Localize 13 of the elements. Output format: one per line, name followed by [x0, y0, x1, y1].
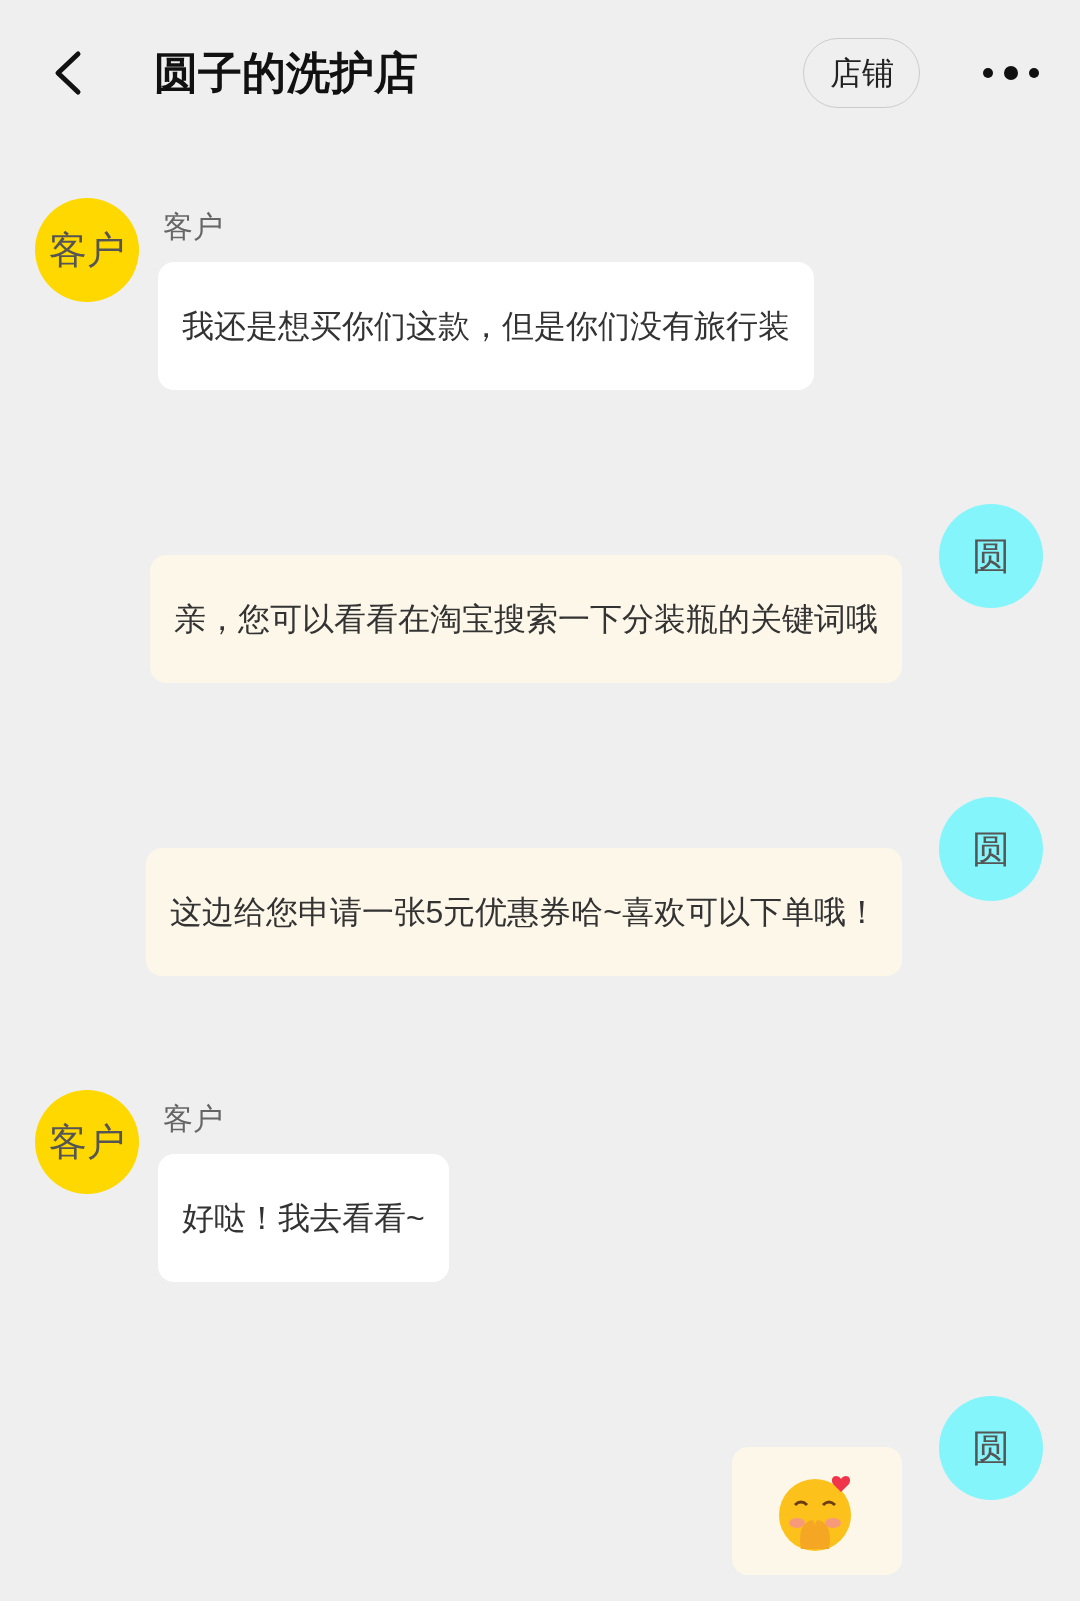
avatar[interactable]: 圆	[939, 1396, 1043, 1500]
message-bubble: 亲，您可以看看在淘宝搜索一下分装瓶的关键词哦	[150, 555, 902, 683]
message-bubble: 这边给您申请一张5元优惠券哈~喜欢可以下单哦！	[145, 848, 902, 976]
more-icon[interactable]	[982, 64, 1040, 81]
message-bubble: 好哒！我去看看~	[158, 1154, 449, 1282]
avatar[interactable]: 客户	[35, 1090, 139, 1194]
sender-name: 客户	[163, 209, 224, 245]
message-bubble: 我还是想买你们这款，但是你们没有旅行装	[158, 262, 814, 390]
window-title: 圆子的洗护店	[154, 46, 418, 99]
avatar[interactable]: 圆	[939, 504, 1043, 608]
sender-name: 客户	[163, 1101, 224, 1137]
avatar[interactable]: 客户	[35, 198, 139, 302]
avatar[interactable]: 圆	[939, 797, 1043, 901]
